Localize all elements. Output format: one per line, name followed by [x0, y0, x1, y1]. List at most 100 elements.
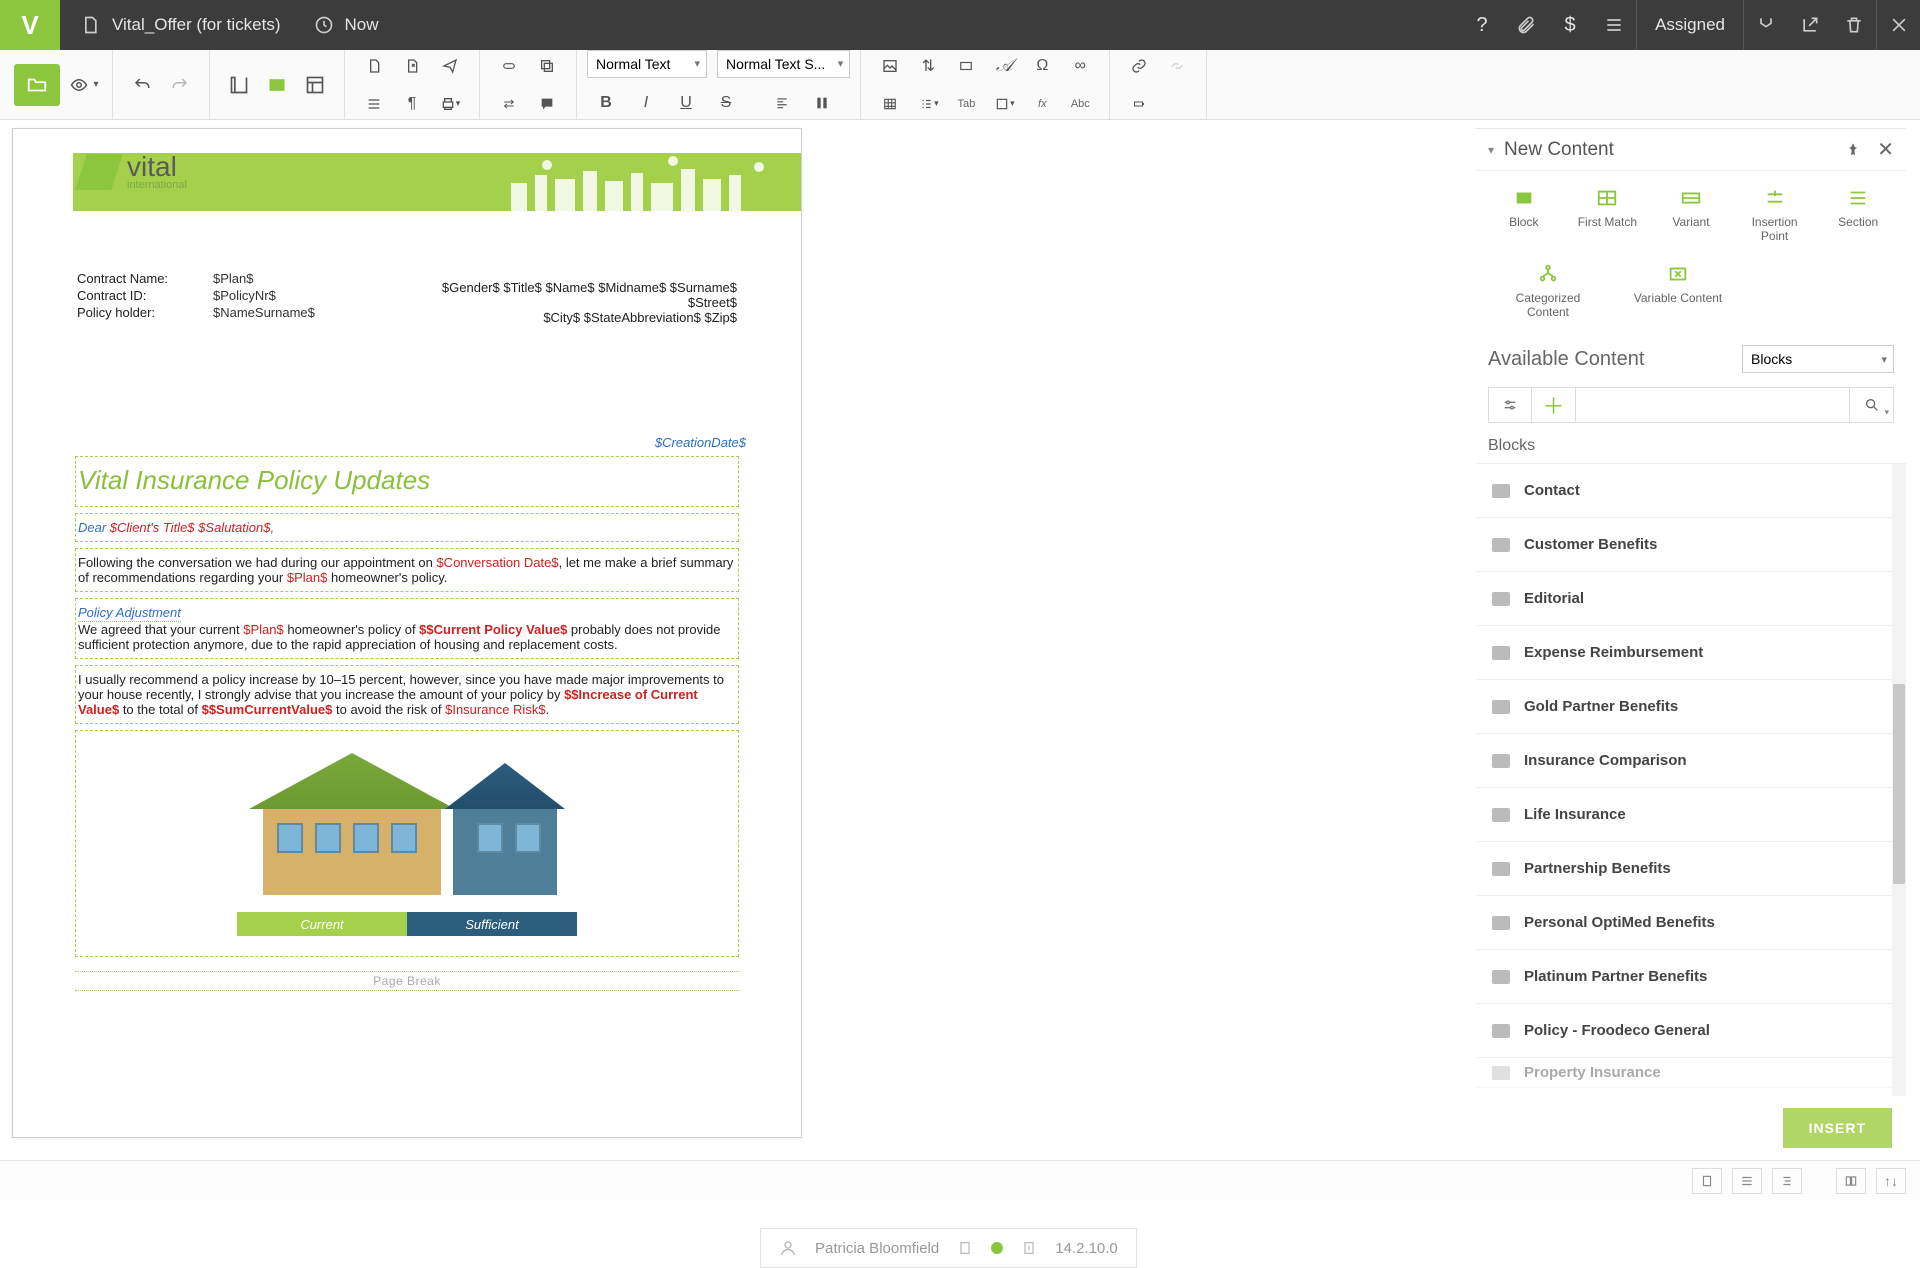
view-list-button[interactable]	[1732, 1168, 1762, 1194]
export-button[interactable]	[393, 49, 431, 83]
gamepad-button[interactable]	[490, 49, 528, 83]
block-icon	[1492, 808, 1510, 822]
italic-button[interactable]: I	[627, 86, 665, 120]
block-label: Policy - Froodeco General	[1524, 1022, 1710, 1039]
battery-button[interactable]	[1120, 87, 1158, 121]
menu-button[interactable]	[1592, 0, 1636, 50]
block-item[interactable]: Property Insurance	[1476, 1058, 1892, 1088]
intro-block[interactable]: Following the conversation we had during…	[75, 548, 739, 592]
close-panel-button[interactable]: ✕	[1877, 137, 1894, 162]
block-item[interactable]: Personal OptiMed Benefits	[1476, 896, 1892, 950]
indent-button[interactable]: ▾	[985, 87, 1023, 121]
close-button[interactable]	[1876, 0, 1920, 50]
workflow-button[interactable]	[1744, 0, 1788, 50]
image-block[interactable]: Current Sufficient	[75, 730, 739, 957]
pilcrow-button[interactable]: ¶	[393, 87, 431, 121]
stack-button[interactable]	[355, 87, 393, 121]
type-first-match[interactable]: First Match	[1568, 183, 1648, 247]
view-outline-button[interactable]	[1772, 1168, 1802, 1194]
block-item[interactable]: Contact	[1476, 464, 1892, 518]
ruler-button[interactable]	[220, 68, 258, 102]
now-indicator[interactable]: Now	[314, 15, 378, 35]
recommendation-block[interactable]: I usually recommend a policy increase by…	[75, 665, 739, 724]
block-item[interactable]: Gold Partner Benefits	[1476, 680, 1892, 734]
filter-button[interactable]	[1488, 387, 1532, 423]
block-icon	[1492, 970, 1510, 984]
tab-button[interactable]: Tab	[947, 87, 985, 121]
app-logo[interactable]: V	[0, 0, 60, 50]
insert-button[interactable]: INSERT	[1783, 1108, 1892, 1148]
layout-button[interactable]	[296, 68, 334, 102]
redo-button[interactable]	[161, 68, 199, 102]
scrollbar-thumb[interactable]	[1893, 684, 1905, 884]
status-dot	[991, 1242, 1003, 1254]
search-input[interactable]	[1576, 387, 1850, 423]
block-item[interactable]: Expense Reimbursement	[1476, 626, 1892, 680]
block-item[interactable]: Customer Benefits	[1476, 518, 1892, 572]
strike-button[interactable]: S	[707, 86, 745, 120]
block-item[interactable]: Policy - Froodeco General	[1476, 1004, 1892, 1058]
block-item[interactable]: Insurance Comparison	[1476, 734, 1892, 788]
help-button[interactable]: ?	[1460, 0, 1504, 50]
attachment-button[interactable]	[1504, 0, 1548, 50]
formula-button[interactable]: fx	[1023, 87, 1061, 121]
copy-button[interactable]	[528, 49, 566, 83]
title-block[interactable]: Vital Insurance Policy Updates	[75, 456, 739, 507]
unlink-button[interactable]	[1158, 49, 1196, 83]
send-button[interactable]	[431, 49, 469, 83]
view-sort-button[interactable]: ↑↓	[1876, 1168, 1906, 1194]
chart-button[interactable]: ⇅	[909, 49, 947, 83]
content-type-select[interactable]: Blocks	[1742, 345, 1894, 373]
table-button[interactable]	[871, 87, 909, 121]
pin-icon[interactable]	[1845, 142, 1861, 158]
type-section[interactable]: Section	[1818, 183, 1898, 247]
copy-icon	[539, 58, 555, 74]
type-insertion-point[interactable]: Insertion Point	[1735, 183, 1815, 247]
bold-button[interactable]: B	[587, 86, 625, 120]
translate-button[interactable]: ⇄	[490, 87, 528, 121]
block-label: Editorial	[1524, 590, 1584, 607]
symbol-button[interactable]: Ω	[1023, 49, 1061, 83]
underline-button[interactable]: U	[667, 86, 705, 120]
add-content-button[interactable]: ＋	[1532, 387, 1576, 423]
type-categorized[interactable]: Categorized Content	[1498, 259, 1598, 323]
adjustment-block[interactable]: Policy Adjustment We agreed that your cu…	[75, 598, 739, 659]
block-item[interactable]: Platinum Partner Benefits	[1476, 950, 1892, 1004]
image-button[interactable]	[871, 49, 909, 83]
block-item[interactable]: Editorial	[1476, 572, 1892, 626]
list-button[interactable]: ▾	[909, 87, 947, 121]
search-button[interactable]	[1850, 387, 1894, 423]
preview-button[interactable]: ▾	[64, 68, 102, 102]
more-button[interactable]: ∞	[1061, 49, 1099, 83]
document-page[interactable]: vital international Contract Name:$Plan$…	[12, 128, 802, 1138]
view-split-button[interactable]	[1836, 1168, 1866, 1194]
delete-button[interactable]	[1832, 0, 1876, 50]
link-button[interactable]	[1120, 49, 1158, 83]
type-variable[interactable]: Variable Content	[1628, 259, 1728, 323]
signature-button[interactable]: 𝒜	[985, 49, 1023, 83]
new-page-button[interactable]	[355, 49, 393, 83]
spellcheck-button[interactable]: Abc	[1061, 87, 1099, 121]
chevron-down-icon[interactable]: ▾	[1488, 143, 1494, 157]
open-external-button[interactable]	[1788, 0, 1832, 50]
undo-button[interactable]	[123, 68, 161, 102]
align-button[interactable]	[763, 86, 801, 120]
salutation-block[interactable]: Dear $Client's Title$ $Salutation$,	[75, 513, 739, 542]
block-item[interactable]: Partnership Benefits	[1476, 842, 1892, 896]
scrollbar-track[interactable]	[1892, 464, 1906, 1096]
columns-button[interactable]	[803, 86, 841, 120]
type-variant[interactable]: Variant	[1651, 183, 1731, 247]
assigned-status[interactable]: Assigned	[1636, 0, 1744, 50]
version-label: 14.2.10.0	[1055, 1240, 1118, 1257]
character-style-select[interactable]: Normal Text S...	[717, 50, 850, 78]
print-button[interactable]: ▾	[431, 87, 469, 121]
view-page-button[interactable]	[1692, 1168, 1722, 1194]
save-button[interactable]	[14, 64, 60, 106]
comment-button[interactable]	[528, 87, 566, 121]
block-item[interactable]: Life Insurance	[1476, 788, 1892, 842]
type-block[interactable]: Block	[1484, 183, 1564, 247]
cost-button[interactable]: $	[1548, 0, 1592, 50]
highlight-button[interactable]	[258, 68, 296, 102]
paragraph-style-select[interactable]: Normal Text	[587, 50, 707, 78]
barcode-button[interactable]	[947, 49, 985, 83]
